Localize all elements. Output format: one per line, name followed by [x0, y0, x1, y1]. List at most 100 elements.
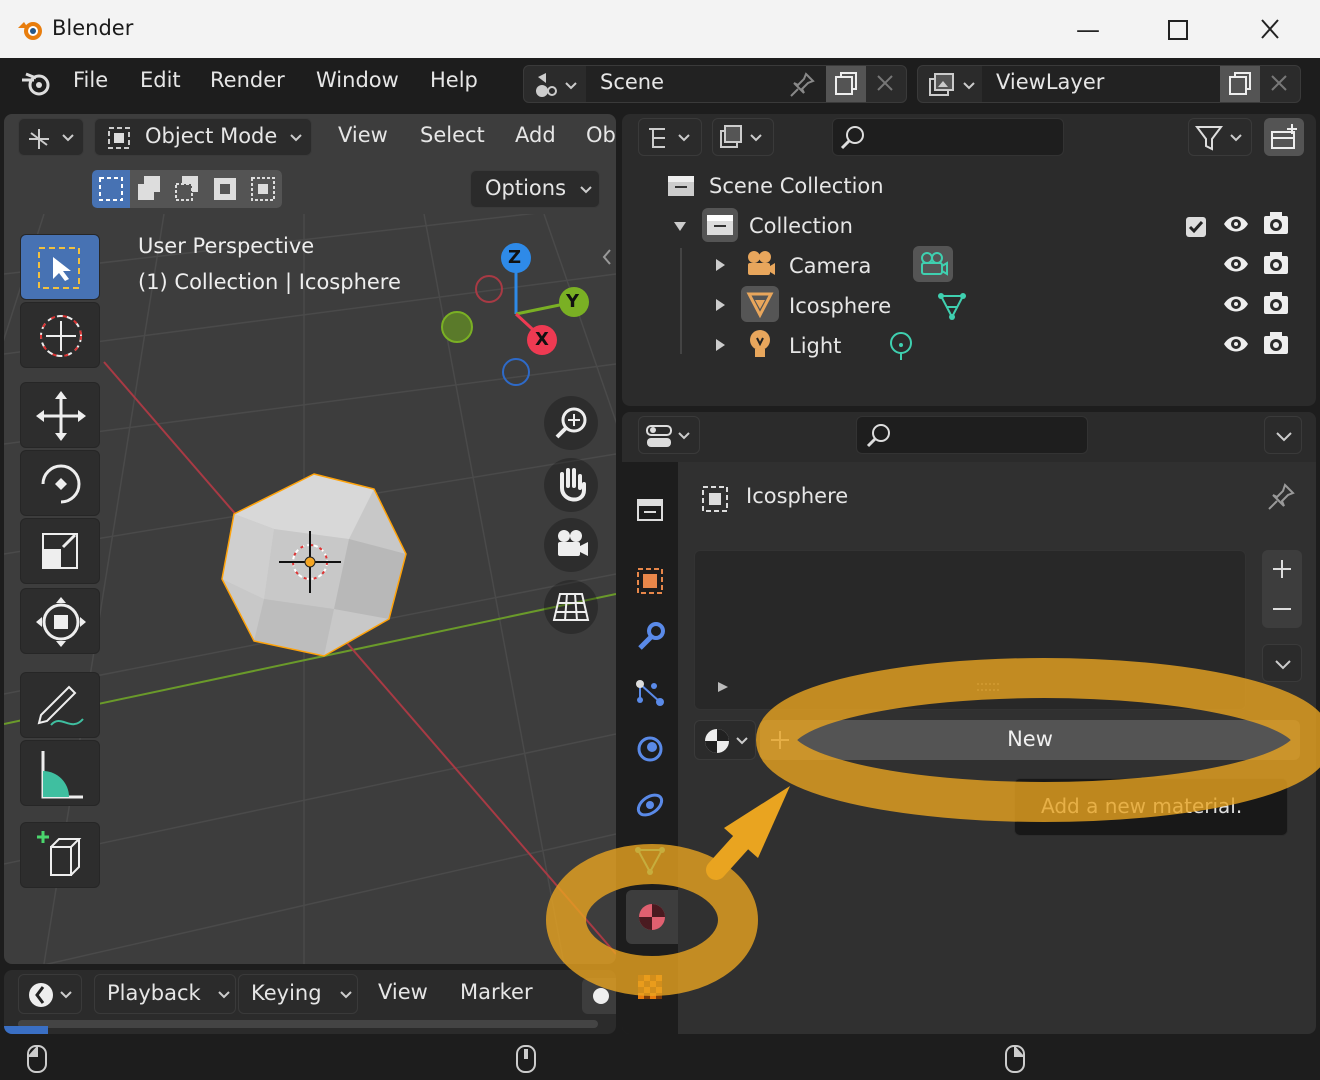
duplicate-view-layer-button[interactable] — [1220, 66, 1260, 102]
maximize-button[interactable] — [1158, 12, 1198, 48]
render-camera-icon[interactable] — [1262, 210, 1290, 236]
move-tool[interactable] — [20, 382, 100, 448]
viewport-menu-object[interactable]: Ob — [586, 123, 616, 147]
visibility-eye-icon[interactable] — [1222, 292, 1250, 316]
expand-collection-icon[interactable] — [672, 218, 688, 234]
select-extend-icon[interactable] — [130, 170, 168, 208]
render-camera-icon[interactable] — [1262, 330, 1290, 356]
delete-scene-icon[interactable] — [870, 70, 900, 98]
filter-icon[interactable] — [1188, 118, 1252, 156]
view-layer-name[interactable]: ViewLayer — [996, 70, 1104, 94]
viewport-menu-view[interactable]: View — [338, 123, 388, 147]
options-dropdown[interactable]: Options — [470, 170, 600, 208]
new-material-button[interactable]: New — [760, 720, 1300, 760]
collapse-sidebar-icon[interactable] — [600, 246, 614, 268]
transform-tool[interactable] — [20, 588, 100, 654]
browse-material-dropdown[interactable] — [694, 720, 756, 760]
object-mode-dropdown[interactable]: Object Mode — [94, 118, 312, 156]
visibility-eye-icon[interactable] — [1222, 212, 1250, 236]
minimize-button[interactable]: — — [1068, 12, 1108, 48]
camera-view-icon[interactable] — [544, 518, 598, 572]
outliner-display-mode[interactable] — [638, 118, 702, 156]
expand-icosphere-icon[interactable] — [714, 298, 726, 312]
pan-hand-icon[interactable] — [544, 458, 598, 512]
tab-collection-icon[interactable] — [634, 494, 666, 524]
expand-light-icon[interactable] — [714, 338, 726, 352]
select-intersect-icon[interactable] — [244, 170, 282, 208]
checkbox-icon[interactable] — [1185, 216, 1207, 238]
collection-label[interactable]: Collection — [749, 214, 853, 238]
measure-tool[interactable] — [20, 740, 100, 806]
remove-slot-minus-icon[interactable] — [1262, 590, 1302, 628]
viewport-menu-select[interactable]: Select — [420, 123, 485, 147]
add-cube-tool[interactable] — [20, 822, 100, 888]
mesh-data-icon[interactable] — [936, 290, 968, 322]
close-button[interactable] — [1250, 12, 1290, 48]
view-layer-icon[interactable] — [926, 71, 982, 99]
outliner-search-input[interactable] — [832, 118, 1064, 156]
expand-camera-icon[interactable] — [714, 258, 726, 272]
menu-edit[interactable]: Edit — [140, 68, 181, 92]
select-difference-icon[interactable] — [206, 170, 244, 208]
tab-physics-icon[interactable] — [634, 734, 666, 764]
menu-help[interactable]: Help — [430, 68, 478, 92]
select-new-icon[interactable] — [92, 170, 130, 208]
duplicate-scene-button[interactable] — [826, 66, 866, 102]
cursor-tool[interactable] — [20, 302, 100, 368]
menu-file[interactable]: File — [73, 68, 108, 92]
add-slot-plus-icon[interactable] — [1262, 550, 1302, 588]
menu-render[interactable]: Render — [210, 68, 285, 92]
timeline-editor-type[interactable] — [18, 974, 82, 1014]
tab-modifiers-wrench-icon[interactable] — [634, 622, 666, 652]
select-subtract-icon[interactable] — [168, 170, 206, 208]
viewport-menu-add[interactable]: Add — [515, 123, 556, 147]
menu-window[interactable]: Window — [316, 68, 399, 92]
tab-texture-icon[interactable] — [634, 972, 666, 1002]
keying-dropdown[interactable]: Keying — [238, 974, 358, 1014]
properties-search-input[interactable] — [856, 416, 1088, 454]
resize-grip[interactable] — [977, 683, 999, 691]
tab-mesh-data-icon[interactable] — [634, 846, 666, 876]
editor-type-button[interactable] — [18, 118, 84, 156]
delete-view-layer-icon[interactable] — [1264, 70, 1294, 98]
3d-viewport[interactable]: Object Mode View Select Add Ob Options U… — [4, 114, 616, 964]
material-slot-list[interactable] — [694, 550, 1246, 710]
render-camera-icon[interactable] — [1262, 250, 1290, 276]
camera-data-icon[interactable] — [913, 246, 953, 282]
scale-tool[interactable] — [20, 518, 100, 584]
scene-name[interactable]: Scene — [600, 70, 664, 94]
pin-icon[interactable] — [788, 71, 816, 99]
status-bar — [0, 1038, 1320, 1080]
light-data-icon[interactable] — [886, 330, 916, 362]
timeline-scrollbar[interactable] — [18, 1020, 598, 1028]
outliner-item-light[interactable]: Light — [789, 334, 841, 358]
timeline-menu-marker[interactable]: Marker — [460, 980, 533, 1004]
blender-menu-icon[interactable] — [20, 68, 54, 98]
annotate-tool[interactable] — [20, 672, 100, 738]
visibility-eye-icon[interactable] — [1222, 252, 1250, 276]
properties-editor-type[interactable] — [638, 416, 700, 454]
outliner-filter-mode[interactable] — [712, 118, 774, 156]
pin-icon[interactable] — [1266, 482, 1296, 512]
outliner-item-camera[interactable]: Camera — [789, 254, 871, 278]
ortho-grid-icon[interactable] — [544, 580, 598, 634]
rotate-tool[interactable] — [20, 450, 100, 516]
outliner-item-icosphere[interactable]: Icosphere — [789, 294, 891, 318]
tab-object-icon[interactable] — [634, 566, 666, 596]
tab-particles-icon[interactable] — [634, 678, 666, 708]
record-button[interactable] — [582, 978, 616, 1014]
tab-material-active[interactable] — [626, 890, 678, 944]
scene-icon[interactable] — [532, 71, 582, 99]
tab-constraints-icon[interactable] — [634, 790, 666, 820]
icosphere-object[interactable] — [214, 469, 414, 659]
new-collection-button[interactable] — [1264, 118, 1304, 156]
select-box-tool[interactable] — [20, 234, 100, 300]
timeline-menu-view[interactable]: View — [378, 980, 428, 1004]
scene-collection-label[interactable]: Scene Collection — [709, 174, 884, 198]
visibility-eye-icon[interactable] — [1222, 332, 1250, 356]
properties-options-dropdown[interactable] — [1264, 416, 1302, 454]
playback-dropdown[interactable]: Playback — [94, 974, 236, 1014]
render-camera-icon[interactable] — [1262, 290, 1290, 316]
slot-specials-dropdown[interactable] — [1262, 644, 1302, 682]
zoom-icon[interactable] — [544, 396, 598, 450]
